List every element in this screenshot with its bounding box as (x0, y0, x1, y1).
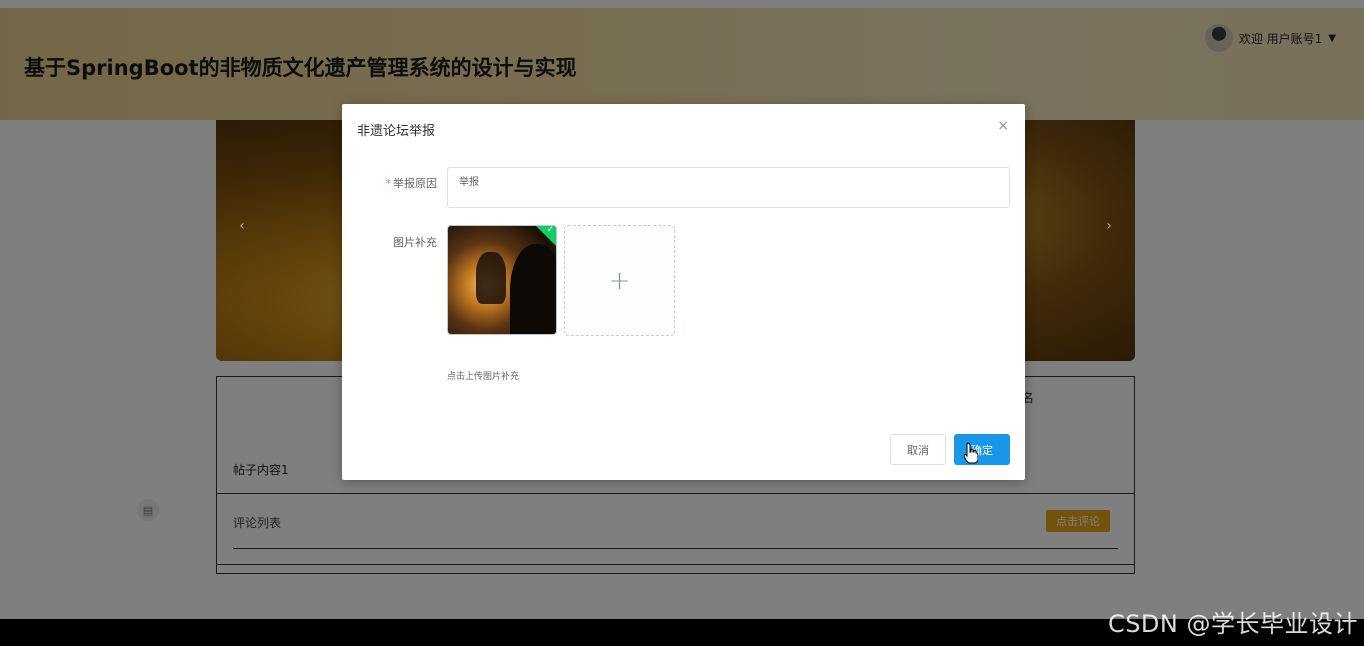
carousel-prev-arrow[interactable]: ‹ (224, 208, 260, 244)
reason-textarea[interactable]: 举报 (447, 167, 1010, 208)
uploaded-image-thumbnail[interactable]: ✓ (447, 225, 557, 335)
required-mark: * (385, 177, 392, 190)
carousel-next-arrow[interactable]: › (1091, 208, 1127, 244)
confirm-button[interactable]: 确定 (954, 434, 1010, 465)
cancel-button[interactable]: 取消 (890, 434, 946, 465)
image-upload-trigger[interactable]: + (564, 225, 675, 336)
watermark-text: CSDN @学长毕业设计 (1107, 610, 1358, 638)
close-icon[interactable]: × (997, 118, 1009, 134)
reason-label: * 举报原因 (386, 175, 438, 191)
reason-label-text: 举报原因 (393, 177, 437, 190)
dialog-title: 非遗论坛举报 (357, 124, 436, 139)
check-icon: ✓ (546, 225, 554, 235)
plus-icon: + (608, 265, 631, 296)
report-dialog: 非遗论坛举报 × * 举报原因 举报 图片补充 ✓ + 点击上传图片补充 取消 确… (342, 104, 1025, 480)
person-silhouette (510, 244, 556, 334)
upload-tip: 点击上传图片补充 (447, 372, 520, 382)
hand-cursor-icon (964, 442, 978, 464)
image-label: 图片补充 (393, 236, 437, 249)
shadow-puppet-figure (476, 252, 506, 304)
